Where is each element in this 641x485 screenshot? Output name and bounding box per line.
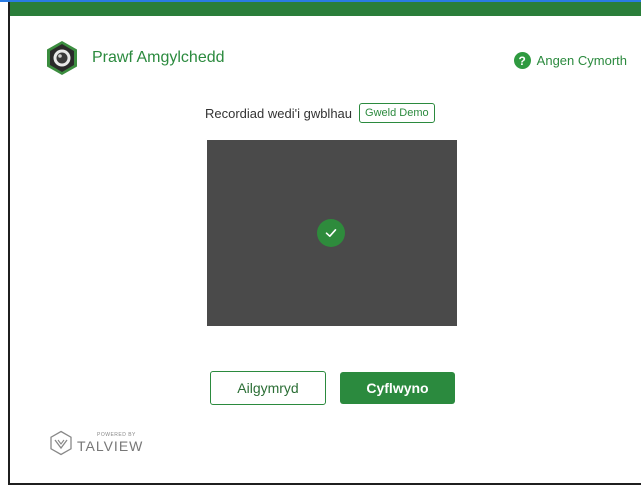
recording-preview: [207, 140, 457, 326]
submit-button[interactable]: Cyflwyno: [340, 372, 455, 404]
powered-by-talview: POWERED BY TALVIEW: [48, 430, 143, 456]
help-label: Angen Cymorth: [536, 53, 627, 68]
retake-button[interactable]: Ailgymryd: [210, 371, 326, 405]
recording-status-row: Recordiad wedi'i gwblhau Gweld Demo: [205, 103, 435, 123]
talview-brand-text: TALVIEW: [77, 438, 144, 454]
recording-status-text: Recordiad wedi'i gwblhau: [205, 105, 353, 121]
question-circle-icon: ?: [513, 52, 531, 69]
recording-complete-badge: [317, 219, 345, 247]
panel-top-bar: [10, 2, 641, 16]
help-link[interactable]: ? Angen Cymorth: [513, 52, 627, 69]
environment-check-panel: Prawf Amgylchedd ? Angen Cymorth Recordi…: [8, 2, 641, 485]
view-demo-button[interactable]: Gweld Demo: [359, 103, 435, 123]
checkmark-icon: [325, 229, 337, 237]
talview-logo-icon: [50, 430, 72, 456]
panel-header: Prawf Amgylchedd ? Angen Cymorth: [44, 40, 641, 76]
page-title: Prawf Amgylchedd: [92, 49, 225, 66]
webcam-icon: [47, 41, 77, 75]
